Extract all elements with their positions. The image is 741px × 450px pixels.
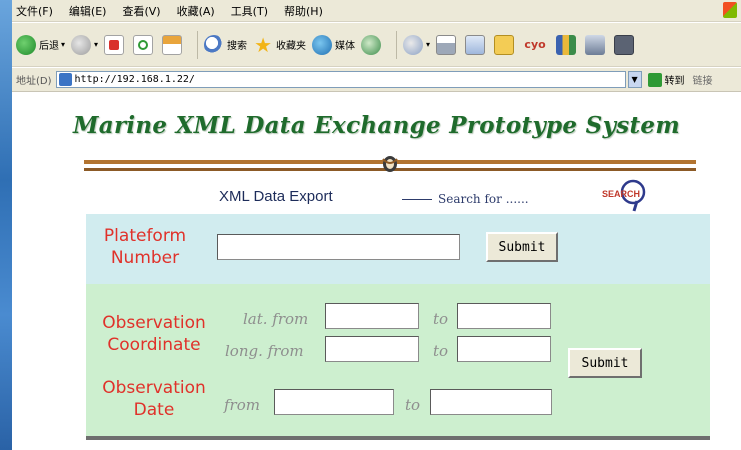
platform-number-input[interactable]: [217, 234, 460, 260]
home-button[interactable]: [162, 34, 185, 55]
date-from-label: from: [224, 396, 260, 414]
search-for-caption: Search for ......: [402, 192, 529, 206]
long-to-label: to: [433, 342, 449, 360]
forward-button[interactable]: ▾: [71, 34, 98, 55]
date-to-label: to: [405, 396, 421, 414]
books-icon: [556, 34, 577, 55]
caption-dash: [402, 199, 432, 200]
long-from-label: long. from: [225, 342, 304, 360]
back-button[interactable]: 后退 ▾: [16, 34, 65, 55]
search-label: 搜索: [227, 41, 248, 52]
platform-label: Plateform Number: [90, 225, 200, 269]
folder-icon: [494, 34, 515, 55]
date-label: Observation Date: [88, 377, 220, 421]
observation-submit-button[interactable]: Submit: [568, 348, 642, 378]
print-icon: [436, 34, 457, 55]
desktop-background: [0, 0, 12, 450]
links-button[interactable]: 链接: [693, 72, 713, 87]
back-arrow-icon: [16, 34, 36, 55]
ie-page-icon: [58, 73, 72, 86]
date-label-line2: Date: [133, 400, 175, 420]
bottom-divider: [86, 436, 710, 440]
go-button[interactable]: 转到: [647, 72, 685, 87]
edit-page-icon: [465, 34, 486, 55]
back-dropdown-icon[interactable]: ▾: [61, 40, 65, 49]
coordinate-label-line2: Coordinate: [107, 335, 201, 355]
refresh-button[interactable]: [133, 34, 156, 55]
print-button[interactable]: [436, 34, 459, 55]
favorites-label: 收藏夹: [276, 41, 307, 52]
platform-label-line1: Plateform: [103, 226, 187, 246]
history-button[interactable]: [361, 34, 384, 55]
search-logo-text: SEARCH: [602, 189, 640, 199]
page-title: Marine XML Data Exchange Prototype Syste…: [72, 112, 680, 139]
menu-file[interactable]: 文件(F): [16, 3, 53, 19]
forward-arrow-icon: [71, 34, 92, 55]
mail-icon: [403, 34, 424, 55]
favorites-button[interactable]: ★ 收藏夹: [253, 35, 306, 55]
menu-favorites[interactable]: 收藏(A): [177, 3, 215, 19]
coordinate-label: Observation Coordinate: [88, 312, 220, 356]
address-input[interactable]: http://192.168.1.22/: [55, 71, 626, 88]
menu-view[interactable]: 查看(V): [122, 3, 160, 19]
discuss-button[interactable]: [494, 34, 517, 55]
messenger-icon: [585, 34, 606, 55]
go-label: 转到: [664, 76, 685, 87]
platform-submit-button[interactable]: Submit: [486, 232, 558, 262]
windows-logo-icon: [723, 2, 737, 18]
cyo-icon: cyo: [524, 37, 546, 51]
lat-to-input[interactable]: [457, 303, 551, 329]
lat-from-label: lat. from: [243, 310, 309, 328]
toolbar-separator-2: [396, 30, 398, 59]
section-subtitle: XML Data Export: [219, 188, 333, 205]
long-from-input[interactable]: [325, 336, 419, 362]
date-from-input[interactable]: [274, 389, 394, 415]
back-label: 后退: [39, 41, 59, 52]
lat-to-label: to: [433, 310, 449, 328]
date-label-line1: Observation: [102, 378, 206, 398]
address-bar: 地址(D) http://192.168.1.22/ ▼ 转到 链接: [12, 68, 741, 92]
toolbar-separator: [197, 30, 199, 59]
calc-button[interactable]: [614, 34, 637, 55]
address-url: http://192.168.1.22/: [74, 74, 195, 85]
coordinate-label-line1: Observation: [102, 313, 206, 333]
mail-button[interactable]: ▾: [403, 34, 430, 55]
address-label: 地址(D): [16, 76, 52, 87]
media-label: 媒体: [335, 41, 356, 52]
search-button[interactable]: 搜索: [204, 34, 248, 55]
go-arrow-icon: [647, 72, 662, 87]
media-icon: [312, 34, 333, 55]
research-button[interactable]: [556, 34, 579, 55]
long-to-input[interactable]: [457, 336, 551, 362]
menu-bar: 文件(F) 编辑(E) 查看(V) 收藏(A) 工具(T) 帮助(H): [12, 0, 741, 22]
platform-label-line2: Number: [110, 248, 180, 268]
stop-icon: [104, 34, 125, 55]
menu-help[interactable]: 帮助(H): [284, 3, 323, 19]
date-to-input[interactable]: [430, 389, 552, 415]
menu-tools[interactable]: 工具(T): [231, 3, 268, 19]
qq-button[interactable]: cyo: [523, 35, 550, 55]
refresh-icon: [133, 34, 154, 55]
history-icon: [361, 34, 382, 55]
rope-knot-icon: [382, 156, 398, 172]
address-dropdown-icon[interactable]: ▼: [627, 71, 642, 88]
search-for-text: Search for ......: [438, 192, 529, 206]
edit-button[interactable]: [465, 34, 488, 55]
stop-button[interactable]: [104, 34, 127, 55]
mail-dropdown-icon[interactable]: ▾: [426, 40, 430, 49]
calculator-icon: [614, 34, 635, 55]
toolbar: 后退 ▾ ▾ 搜索 ★ 收藏夹 媒体 ▾ cyo: [12, 23, 741, 67]
browser-window: 文件(F) 编辑(E) 查看(V) 收藏(A) 工具(T) 帮助(H) 后退 ▾…: [12, 0, 741, 450]
search-logo-icon: SEARCH: [602, 179, 646, 212]
favorites-star-icon: ★: [254, 32, 272, 57]
forward-dropdown-icon[interactable]: ▾: [94, 40, 98, 49]
menu-edit[interactable]: 编辑(E): [69, 3, 107, 19]
lat-from-input[interactable]: [325, 303, 419, 329]
media-button[interactable]: 媒体: [312, 34, 356, 55]
search-icon: [204, 34, 225, 55]
messenger-button[interactable]: [585, 34, 608, 55]
home-icon: [162, 34, 183, 55]
